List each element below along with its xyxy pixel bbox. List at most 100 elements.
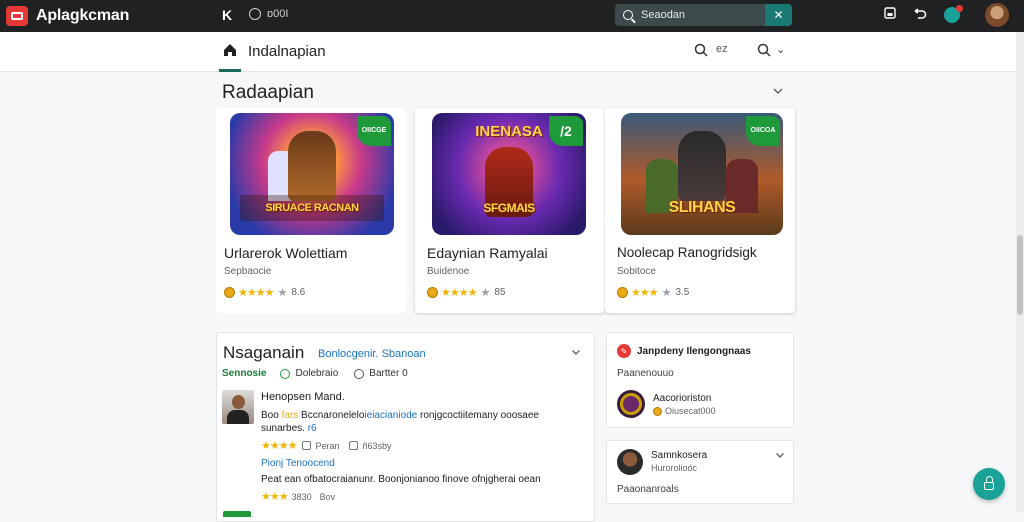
notification-icon[interactable] xyxy=(944,5,963,23)
side-card-footer: Paaonanroals xyxy=(617,484,679,495)
reply-text: Peat ean ofbatocraianunr. Boonjonianoo f… xyxy=(261,474,541,485)
game-icon[interactable] xyxy=(617,390,645,418)
review-highlight: fars xyxy=(281,410,302,421)
game-thumbnail: SLIHANS OIICOA xyxy=(621,113,783,235)
review-highlight: ieiacianiode xyxy=(364,410,421,421)
filter-tag[interactable]: Bartter 0 xyxy=(354,368,408,379)
review-meta-text: Peran xyxy=(315,440,340,451)
section-title: Radaapian xyxy=(222,82,314,103)
reply-meta: ★★★ 3830 Bov xyxy=(261,490,335,503)
game-name[interactable]: Aacorioriston xyxy=(653,393,711,404)
user-avatar[interactable] xyxy=(617,449,643,475)
search-box[interactable] xyxy=(615,4,765,26)
filter-label: Dolebraio xyxy=(295,368,339,379)
card-rating: ★★★★ ★ 8.6 xyxy=(224,286,305,299)
brand-icon xyxy=(6,6,28,26)
status-indicator[interactable]: ɒ00I xyxy=(249,8,288,20)
sub-header: Indalnapian ez ⌄ xyxy=(0,32,1016,72)
card-subtitle: Sobitoce xyxy=(617,266,656,277)
game-logo: SFGMAIS xyxy=(483,201,535,215)
reviews-link[interactable]: Bonlocgenir. Sbanoan xyxy=(318,348,426,360)
user-name[interactable]: Samnkosera xyxy=(651,450,707,461)
chevron-down-icon[interactable] xyxy=(772,84,784,98)
coin-icon xyxy=(224,287,235,298)
page-title: Indalnapian xyxy=(248,43,326,60)
chevron-down-icon[interactable] xyxy=(775,450,785,462)
card-rating: ★★★ ★ 3.5 xyxy=(617,286,689,299)
avatar[interactable] xyxy=(985,3,1009,27)
character-art xyxy=(288,131,336,201)
game-card[interactable]: SLIHANS OIICOA Noolecap Ranogridsigk Sob… xyxy=(605,108,795,313)
badge: OIICOA xyxy=(746,116,780,146)
status-icon xyxy=(249,8,261,20)
radio-icon xyxy=(280,368,291,379)
reviews-panel: Nsaganain Bonlocgenir. Sbanoan Sennosie … xyxy=(216,332,595,522)
side-card: ✎ Janpdeny Ilengongnaas Paanenouuo Aacor… xyxy=(606,332,794,428)
half-star-icon: ★ xyxy=(480,287,491,299)
card-subtitle: Buidenoe xyxy=(427,266,470,277)
reviews-title: Nsaganain xyxy=(223,343,305,362)
alert-icon: ✎ xyxy=(617,344,631,358)
save-icon[interactable] xyxy=(884,7,896,22)
sort-chevron-icon[interactable]: ⌄ xyxy=(776,43,785,56)
rating-stars: ★★★★ xyxy=(238,287,274,299)
sort-icon[interactable] xyxy=(757,43,771,60)
reviewer-avatar[interactable] xyxy=(222,390,254,424)
reply-meta-text: 3830 xyxy=(291,491,312,502)
user-meta: Hurorolioóc xyxy=(651,463,698,473)
review-filters: Sennosie Dolebraio Bartter 0 xyxy=(222,368,424,379)
scrollbar-thumb[interactable] xyxy=(1017,235,1023,315)
filter-label: Bartter 0 xyxy=(369,368,408,379)
refresh-icon[interactable] xyxy=(912,7,928,24)
review-meta: ★★★★ Peran ñ63sby xyxy=(261,439,392,452)
card-title: Edaynian Ramyalai xyxy=(427,245,548,261)
rating-value: 85 xyxy=(494,287,506,298)
filter-tag[interactable]: Dolebraio xyxy=(280,368,338,379)
search-icon xyxy=(623,10,633,20)
search-input[interactable] xyxy=(641,9,751,21)
rating-stars: ★★★★ xyxy=(261,440,297,452)
search-filter-label[interactable]: ez xyxy=(716,43,728,55)
home-icon[interactable] xyxy=(222,42,238,58)
character-art xyxy=(678,131,726,201)
radio-icon xyxy=(354,368,365,379)
search-icon[interactable] xyxy=(694,43,708,60)
card-title: Noolecap Ranogridsigk xyxy=(617,245,757,260)
game-card[interactable]: SIRUACE RACNAN OIICGE Urlarerok Wolettia… xyxy=(216,108,406,313)
filter-tag[interactable]: Sennosie xyxy=(222,368,266,379)
badge: /2 xyxy=(549,116,583,146)
status-text: ɒ00I xyxy=(267,8,289,20)
lock-button[interactable] xyxy=(973,468,1005,500)
rating-stars: ★★★ xyxy=(261,491,289,503)
app-name: Aplagkcman xyxy=(36,7,130,24)
rating-stars: ★★★ xyxy=(631,287,659,299)
chevron-down-icon[interactable] xyxy=(571,345,581,359)
side-card-header[interactable]: ✎ Janpdeny Ilengongnaas xyxy=(617,344,751,358)
coin-icon xyxy=(427,287,438,298)
game-card[interactable]: INENASA SFGMAIS /2 Edaynian Ramyalai Bui… xyxy=(415,108,605,313)
side-card-title: Janpdeny Ilengongnaas xyxy=(637,345,751,357)
card-subtitle: Sepbaocie xyxy=(224,266,272,277)
review-text-part: Bccnaronelelo xyxy=(301,410,365,421)
search-clear-button[interactable]: ✕ xyxy=(765,4,792,26)
reviewer-name[interactable]: Henopsen Mand. xyxy=(261,391,345,403)
game-meta: Oiusecat000 xyxy=(653,406,716,416)
badge: OIICGE xyxy=(357,116,391,146)
side-card-subtitle: Paanenouuo xyxy=(617,368,674,379)
game-logo: SIRUACE RACNAN xyxy=(240,195,384,221)
comment-icon[interactable] xyxy=(302,441,312,450)
half-star-icon: ★ xyxy=(661,287,672,299)
side-card: Samnkosera Hurorolioóc Paaonanroals xyxy=(606,440,794,504)
game-thumbnail: SIRUACE RACNAN OIICGE xyxy=(230,113,394,235)
review-highlight: r6 xyxy=(307,423,317,434)
game-logo: SLIHANS xyxy=(668,199,736,216)
coin-icon xyxy=(653,406,662,416)
lock-icon xyxy=(984,476,994,490)
half-star-icon: ★ xyxy=(277,287,288,299)
review-text-part: Boo xyxy=(261,410,282,421)
coin-icon xyxy=(617,287,628,298)
brand[interactable]: Aplagkcman xyxy=(6,6,129,26)
reply-title[interactable]: Pionj Tenoocend xyxy=(261,458,335,469)
card-title: Urlarerok Wolettiam xyxy=(224,245,348,261)
k-icon[interactable]: K xyxy=(222,7,232,23)
